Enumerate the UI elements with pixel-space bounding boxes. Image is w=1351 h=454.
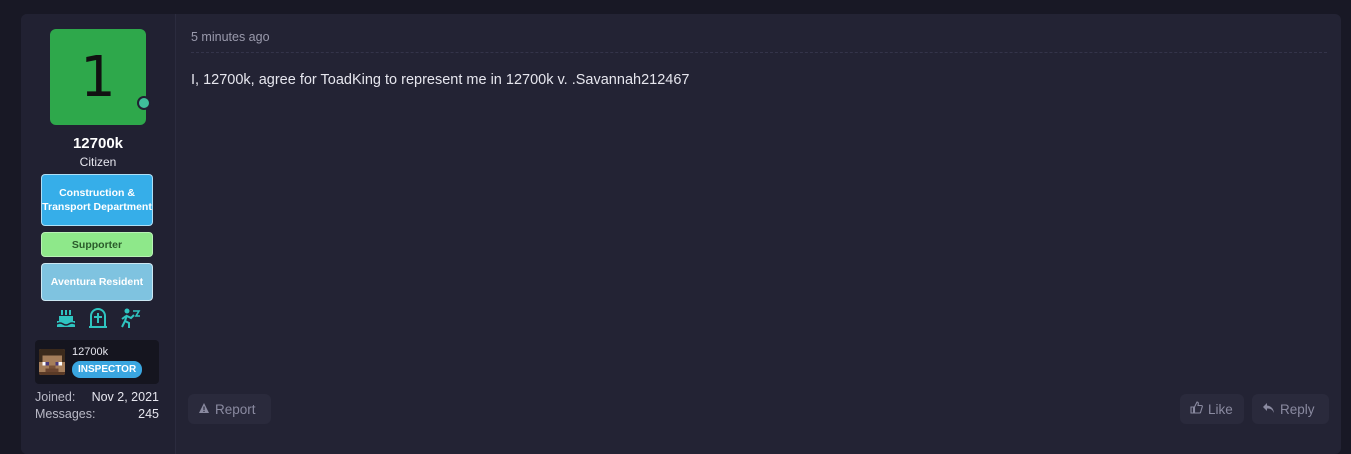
minecraft-profile-card[interactable]: 12700k INSPECTOR	[35, 340, 159, 384]
thumbs-up-icon	[1190, 401, 1203, 417]
post-timestamp[interactable]: 5 minutes ago	[191, 30, 270, 44]
gravestone-icon[interactable]	[87, 307, 109, 329]
minecraft-username: 12700k	[72, 346, 109, 358]
user-info-column: 1 12700k Citizen Construction & Transpor…	[21, 14, 176, 454]
stat-value: Nov 2, 2021	[91, 390, 159, 404]
online-indicator	[137, 96, 151, 110]
header-divider	[191, 52, 1327, 53]
report-button[interactable]: Report	[188, 394, 271, 424]
post-message: I, 12700k, agree for ToadKing to represe…	[191, 72, 690, 88]
banner-aventura-resident: Aventura Resident	[41, 263, 153, 301]
user-title: Citizen	[79, 155, 117, 169]
stat-value[interactable]: 245	[138, 407, 159, 421]
minecraft-head-icon	[39, 349, 65, 375]
banner-supporter: Supporter	[41, 232, 153, 257]
birthday-cake-icon[interactable]	[55, 307, 77, 329]
avatar[interactable]: 1	[50, 29, 151, 125]
reply-label: Reply	[1280, 401, 1315, 417]
stat-messages: Messages: 245	[35, 407, 159, 421]
reply-button[interactable]: Reply	[1252, 394, 1329, 424]
like-button[interactable]: Like	[1180, 394, 1244, 424]
inspector-badge: INSPECTOR	[72, 361, 143, 378]
trophy-icons	[21, 307, 175, 331]
username-link[interactable]: 12700k	[21, 135, 175, 152]
stat-label: Messages:	[35, 407, 96, 421]
like-label: Like	[1208, 401, 1233, 417]
report-label: Report	[215, 401, 256, 417]
stat-joined: Joined: Nov 2, 2021	[35, 390, 159, 404]
stat-label: Joined:	[35, 390, 76, 404]
warning-icon	[198, 402, 210, 417]
avatar-letter: 1	[80, 44, 116, 110]
banner-construction-transport: Construction & Transport Department	[41, 174, 153, 226]
runner-icon[interactable]	[119, 307, 141, 329]
forum-post: 1 12700k Citizen Construction & Transpor…	[21, 14, 1341, 454]
reply-arrow-icon	[1262, 402, 1275, 417]
